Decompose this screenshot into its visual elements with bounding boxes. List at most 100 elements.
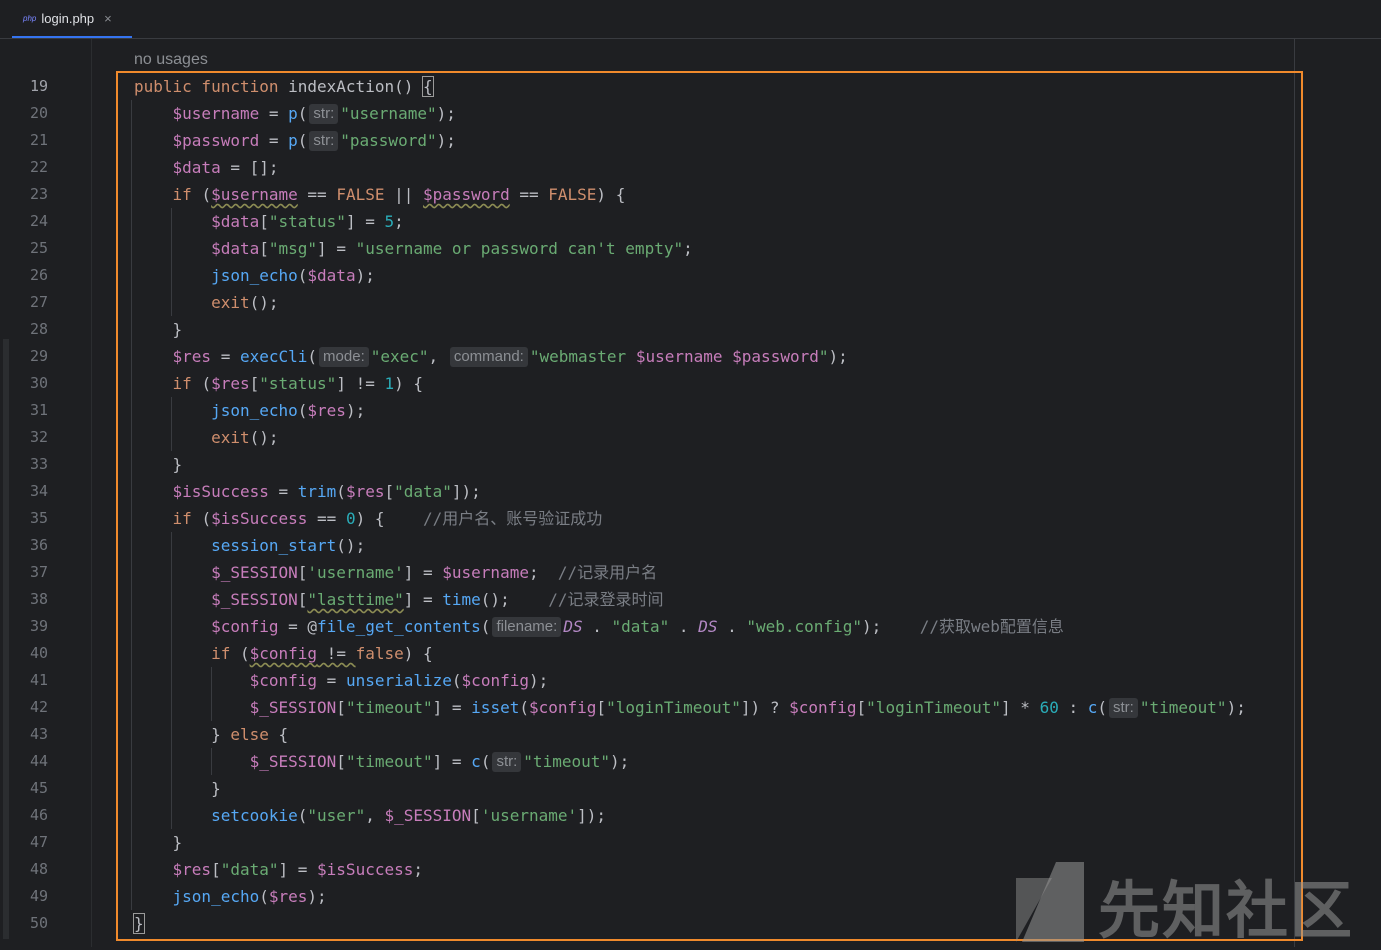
code-token: = @ [278, 617, 318, 636]
line-number: 28 [29, 320, 48, 338]
scrollbar-thumb[interactable] [3, 339, 9, 939]
line-number: 42 [29, 698, 48, 716]
code-token: ( [307, 347, 318, 366]
code-line[interactable]: if ($isSuccess == 0) { //用户名、账号验证成功 [134, 505, 603, 532]
code-token: "msg" [268, 239, 318, 258]
code-token: exit [134, 293, 250, 312]
code-line[interactable]: } else { [134, 721, 288, 748]
code-line[interactable]: } [134, 829, 183, 856]
code-line[interactable]: } [134, 451, 183, 478]
code-token: ); [528, 671, 549, 690]
code-line[interactable]: $_SESSION["timeout"] = isset($config["lo… [134, 694, 1246, 721]
code-token: ( [480, 617, 491, 636]
code-token: = []; [220, 158, 279, 177]
line-number: 30 [29, 374, 48, 392]
code-token: $username [134, 104, 260, 123]
code-line[interactable]: setcookie("user", $_SESSION['username'])… [134, 802, 606, 829]
code-token: [ [211, 860, 221, 879]
code-token: public function [134, 77, 289, 96]
code-token: ) { [403, 644, 433, 663]
code-line[interactable]: $config = @file_get_contents(filename: DS… [134, 613, 1064, 640]
code-token: [ [336, 752, 346, 771]
code-token: : [1058, 698, 1088, 717]
code-line[interactable]: if ($res["status"] != 1) { [134, 370, 424, 397]
line-number: 43 [29, 725, 48, 743]
code-token: $res [307, 401, 346, 420]
code-token: $res [134, 860, 212, 879]
indent-guide [211, 748, 212, 775]
code-token: //获取web配置信息 [919, 617, 1064, 636]
code-line[interactable]: } [134, 775, 221, 802]
code-token: [ [384, 482, 395, 501]
code-token: ); [436, 131, 456, 150]
code-token: = [259, 104, 289, 123]
line-number: 49 [29, 887, 48, 905]
code-token: $_SESSION [384, 806, 472, 825]
code-token: c [1087, 698, 1098, 717]
code-token: ( [297, 266, 308, 285]
code-line[interactable]: exit(); [134, 289, 278, 316]
code-token: ] * [1001, 698, 1040, 717]
parameter-hint: str: [1109, 698, 1138, 718]
code-token: //用户名、账号验证成功 [423, 509, 603, 528]
code-token: ] = [278, 860, 318, 879]
code-token: 0 [345, 509, 356, 528]
code-token: ]); [577, 806, 607, 825]
code-line[interactable]: $_SESSION['username'] = $username; //记录用… [134, 559, 657, 586]
code-line[interactable]: exit(); [134, 424, 278, 451]
code-token: [ [856, 698, 867, 717]
code-line[interactable]: $data["status"] = 5; [134, 208, 404, 235]
line-number: 40 [29, 644, 48, 662]
code-token: "timeout" [523, 752, 610, 771]
code-line[interactable]: $_SESSION["timeout"] = c(str: "timeout"); [134, 748, 629, 775]
code-line[interactable]: $config = unserialize($config); [134, 667, 549, 694]
code-token: ); [345, 401, 366, 420]
code-token: session_start [134, 536, 337, 555]
code-token: $isSuccess [211, 509, 308, 528]
code-line[interactable]: $res["data"] = $isSuccess; [134, 856, 423, 883]
code-token: ]); [451, 482, 481, 501]
code-token: ] = [432, 752, 472, 771]
code-line[interactable]: } [133, 910, 145, 937]
code-token: ( [259, 887, 269, 906]
code-token: "data" [220, 860, 279, 879]
code-token: FALSE [336, 185, 385, 204]
code-line[interactable]: $isSuccess = trim($res["data"]); [134, 478, 481, 505]
code-token: } [134, 725, 231, 744]
code-token: [ [249, 374, 260, 393]
code-line[interactable]: if ($config != false) { [134, 640, 433, 667]
close-icon[interactable]: × [104, 11, 112, 26]
usage-hint: no usages [134, 51, 208, 68]
code-token: "data" [394, 482, 452, 501]
code-token: json_echo [134, 401, 298, 420]
line-number: 31 [29, 401, 48, 419]
code-line[interactable]: $data = []; [134, 154, 279, 181]
line-number: 27 [29, 293, 48, 311]
code-token: ) { [394, 374, 424, 393]
code-line[interactable]: if ($username == FALSE || $password == F… [134, 181, 626, 208]
code-line[interactable]: session_start(); [134, 532, 365, 559]
code-token: ( [201, 374, 212, 393]
code-line[interactable]: json_echo($res); [134, 397, 365, 424]
code-token: //记录登录时间 [548, 590, 664, 609]
code-line[interactable]: $data["msg"] = "username or password can… [134, 235, 693, 262]
code-line[interactable]: json_echo($res); [134, 883, 327, 910]
tab-login-php[interactable]: php login.php × [12, 0, 132, 38]
line-number: 47 [29, 833, 48, 851]
code-token: "loginTimeout" [866, 698, 1002, 717]
code-line[interactable]: public function indexAction() { [134, 73, 434, 100]
code-token: = [211, 347, 240, 366]
code-line[interactable]: $username = p(str: "username"); [134, 100, 456, 127]
line-number: 36 [29, 536, 48, 554]
code-line[interactable]: $_SESSION["lasttime"] = time(); //记录登录时间 [134, 586, 664, 613]
code-line[interactable]: $res = execCli(mode: "exec", command: "web… [134, 343, 848, 370]
code-line[interactable]: } [134, 316, 183, 343]
line-number: 32 [29, 428, 48, 446]
code-token: } [134, 833, 183, 852]
code-line[interactable]: $password = p(str: "password"); [134, 127, 456, 154]
code-token: "timeout" [1139, 698, 1227, 717]
parameter-hint: str: [492, 752, 522, 772]
code-token: DS [698, 617, 718, 636]
code-token: == [297, 185, 337, 204]
